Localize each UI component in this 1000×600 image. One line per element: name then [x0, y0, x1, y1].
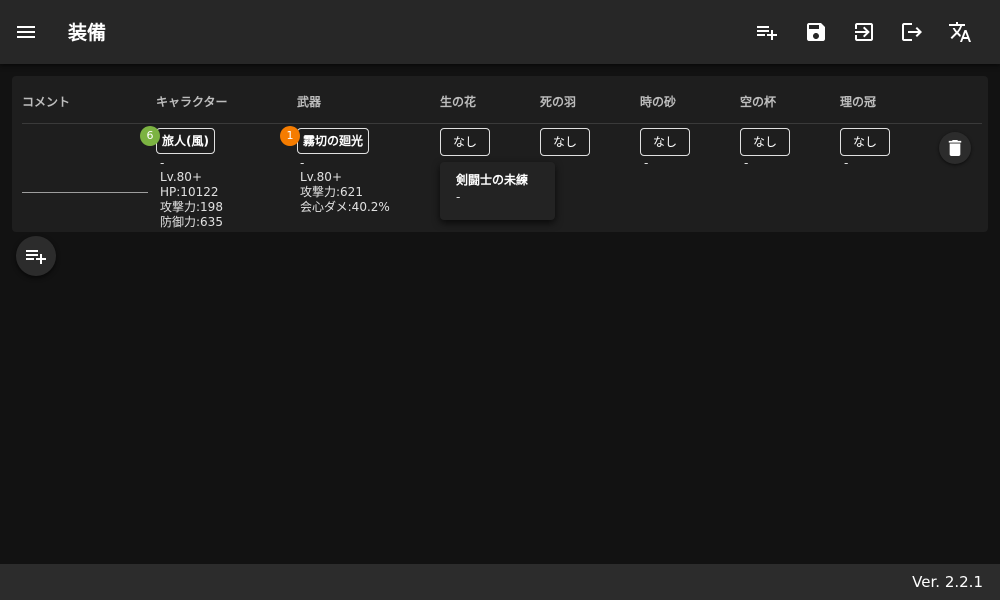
- character-hp: HP:10122: [160, 185, 219, 199]
- export-icon[interactable]: [900, 20, 924, 44]
- character-def: 防御力:635: [160, 215, 223, 229]
- header-sands: 時の砂: [640, 95, 677, 109]
- goblet-dash: -: [744, 156, 749, 170]
- save-icon[interactable]: [804, 20, 828, 44]
- header-weapon: 武器: [297, 95, 322, 109]
- weapon-level: Lv.80+: [300, 170, 342, 184]
- header-goblet: 空の杯: [740, 95, 777, 109]
- character-dash: -: [160, 156, 165, 170]
- menu-icon[interactable]: [14, 20, 38, 44]
- circlet-slot-button[interactable]: なし: [840, 128, 890, 156]
- sands-slot-button[interactable]: なし: [640, 128, 690, 156]
- circlet-dash: -: [844, 156, 849, 170]
- artifact-set-tooltip: 剣闘士の未練 -: [440, 162, 555, 220]
- header-circlet: 理の冠: [840, 95, 877, 109]
- page-title: 装備: [68, 22, 107, 44]
- import-icon[interactable]: [852, 20, 876, 44]
- flower-slot-button[interactable]: なし: [440, 128, 490, 156]
- character-atk: 攻撃力:198: [160, 200, 223, 214]
- version-label: Ver. 2.2.1: [912, 573, 983, 591]
- character-constellation-badge: 6: [140, 126, 160, 146]
- delete-row-button[interactable]: [939, 132, 971, 164]
- translate-icon[interactable]: [948, 20, 972, 44]
- sands-dash: -: [644, 156, 649, 170]
- footer: Ver. 2.2.1: [0, 564, 1000, 600]
- add-row-button[interactable]: [16, 236, 56, 276]
- app-bar: 装備: [0, 0, 1000, 64]
- header-divider: [22, 123, 982, 124]
- plume-slot-button[interactable]: なし: [540, 128, 590, 156]
- add-list-icon: [26, 250, 46, 264]
- add-list-icon[interactable]: [755, 20, 779, 44]
- tooltip-subtitle: -: [456, 190, 461, 204]
- trash-icon: [948, 140, 962, 156]
- tooltip-title: 剣闘士の未練: [456, 173, 529, 187]
- header-flower: 生の花: [440, 95, 477, 109]
- header-character: キャラクター: [156, 95, 228, 109]
- weapon-substat: 会心ダメ:40.2%: [300, 200, 390, 214]
- comment-input[interactable]: [22, 164, 148, 193]
- weapon-refinement-badge: 1: [280, 126, 300, 146]
- weapon-dash: -: [300, 156, 305, 170]
- character-level: Lv.80+: [160, 170, 202, 184]
- header-plume: 死の羽: [540, 95, 577, 109]
- header-comment: コメント: [22, 95, 71, 109]
- character-chip[interactable]: 旅人(風): [156, 128, 215, 154]
- weapon-atk: 攻撃力:621: [300, 185, 363, 199]
- weapon-chip[interactable]: 霧切の廻光: [297, 128, 370, 154]
- goblet-slot-button[interactable]: なし: [740, 128, 790, 156]
